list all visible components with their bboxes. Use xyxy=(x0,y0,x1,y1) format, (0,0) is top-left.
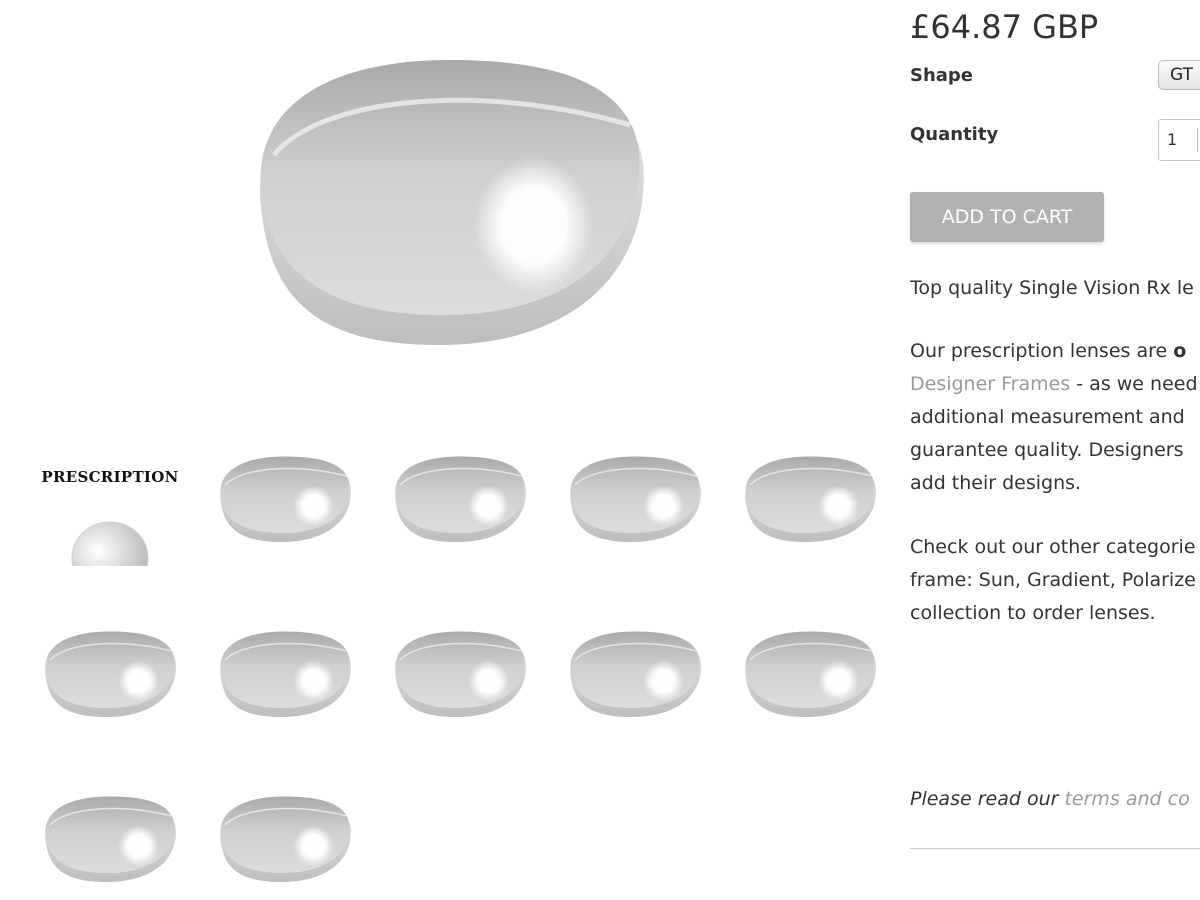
terms-link[interactable]: terms and co xyxy=(1064,788,1189,810)
quantity-divider xyxy=(1197,128,1198,152)
thumbnail-lens[interactable] xyxy=(735,615,885,735)
description-paragraph-1: Top quality Single Vision Rx le xyxy=(910,277,1194,299)
description-line: additional measurement and xyxy=(910,406,1185,428)
add-to-cart-button[interactable]: ADD TO CART xyxy=(910,192,1104,242)
thumbnail-lens[interactable] xyxy=(560,440,710,560)
quantity-input[interactable]: 1 xyxy=(1158,119,1200,161)
shape-label: Shape xyxy=(910,65,974,86)
description-line: add their designs. xyxy=(910,472,1082,494)
divider xyxy=(910,848,1200,849)
description-line: collection to order lenses. xyxy=(910,602,1156,624)
description-line: frame: Sun, Gradient, Polarize xyxy=(910,569,1196,591)
main-product-image xyxy=(230,30,670,380)
description-line: guarantee quality. Designers xyxy=(910,439,1184,461)
description-paragraph-3: Check out our other categorie frame: Sun… xyxy=(910,531,1196,630)
thumbnail-lens[interactable] xyxy=(385,440,535,560)
thumbnail-lens[interactable] xyxy=(210,780,360,900)
description-line: Designer Frames - as we need xyxy=(910,368,1198,401)
thumbnail-lens[interactable] xyxy=(560,615,710,735)
thumbnail-lens[interactable] xyxy=(35,780,185,900)
shape-select[interactable]: GT xyxy=(1158,60,1200,90)
thumbnail-prescription[interactable]: PRESCRIPTION xyxy=(35,440,185,566)
thumbnail-lens[interactable] xyxy=(210,615,360,735)
description-line: Check out our other categorie xyxy=(910,536,1196,558)
thumbnail-lens[interactable] xyxy=(35,615,185,735)
description-text: - as we need xyxy=(1070,373,1198,395)
thumbnail-lens[interactable] xyxy=(385,615,535,735)
description-line: Our prescription lenses are o xyxy=(910,335,1198,368)
designer-frames-link[interactable]: Designer Frames xyxy=(910,373,1070,395)
terms-notice: Please read our terms and co xyxy=(910,788,1190,810)
quantity-label: Quantity xyxy=(910,124,999,145)
thumbnail-lens[interactable] xyxy=(210,440,360,560)
product-price: £64.87 GBP xyxy=(910,8,1099,46)
description-text: Our prescription lenses are xyxy=(910,340,1174,362)
thumbnail-lens[interactable] xyxy=(735,440,885,560)
description-bold: o xyxy=(1173,340,1187,362)
terms-prefix: Please read our xyxy=(910,788,1065,810)
description-paragraph-2: Our prescription lenses are o Designer F… xyxy=(910,335,1198,500)
